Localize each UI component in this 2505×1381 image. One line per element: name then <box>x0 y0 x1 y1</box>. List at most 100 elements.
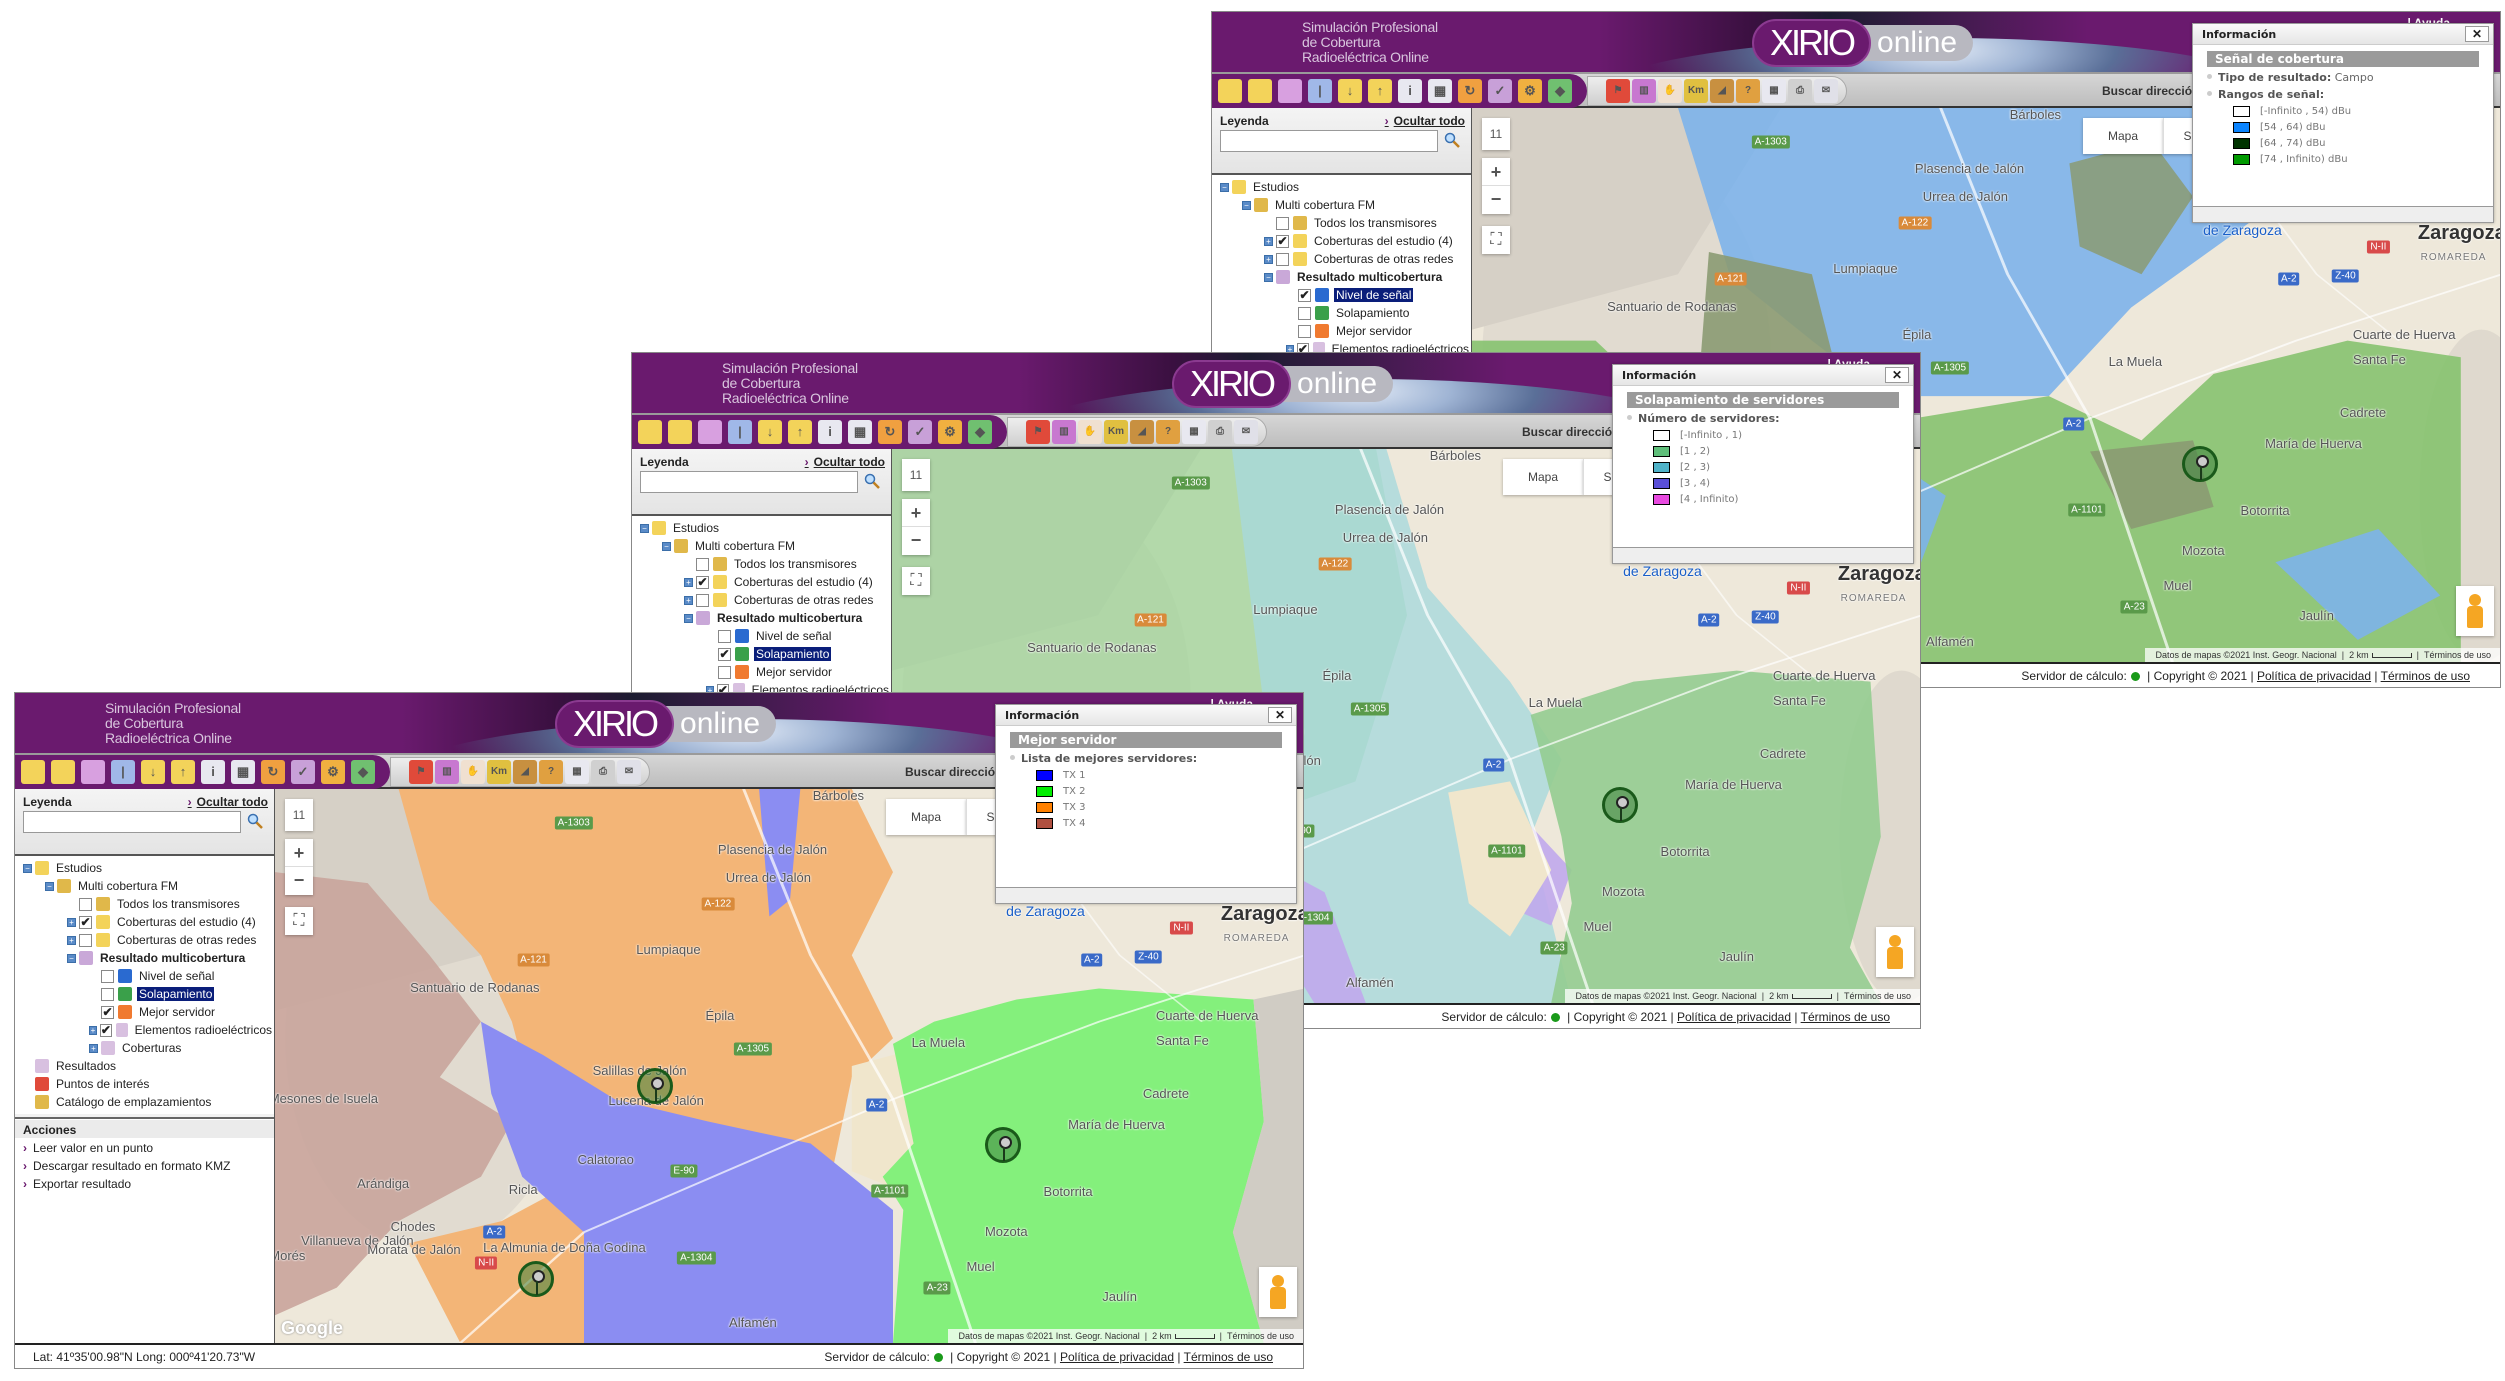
legend-search-input[interactable] <box>23 811 241 833</box>
transmitter-marker-icon[interactable] <box>1602 787 1639 824</box>
privacy-policy-link[interactable]: Política de privacidad <box>2257 669 2371 683</box>
tree-item[interactable]: + Coberturas de otras redes <box>15 931 274 949</box>
tree-item[interactable]: − Multi cobertura FM <box>632 537 891 555</box>
terms-of-use-link[interactable]: Términos de uso <box>1801 1010 1890 1024</box>
layer-checkbox[interactable] <box>79 933 92 947</box>
tree-item[interactable]: − Resultado multicobertura <box>15 949 274 967</box>
layers-icon[interactable]: ▥ <box>1632 79 1656 103</box>
panel-resize-handle[interactable] <box>15 1114 274 1119</box>
layer-checkbox[interactable] <box>696 593 709 607</box>
user-settings-icon[interactable]: ⚙ <box>938 420 962 444</box>
hand-pan-icon[interactable]: ✋ <box>1078 420 1102 444</box>
import-icon[interactable]: ↓ <box>758 420 782 444</box>
hand-pan-icon[interactable]: ✋ <box>461 760 485 784</box>
open-folder-icon[interactable] <box>51 760 75 784</box>
user-map-icon[interactable]: ◆ <box>1548 79 1572 103</box>
tree-item[interactable]: Puntos de interés <box>15 1075 274 1093</box>
user-map-icon[interactable]: ◆ <box>351 760 375 784</box>
legend-search-input[interactable] <box>640 471 858 493</box>
profile-icon[interactable]: ◢ <box>1710 79 1734 103</box>
print-icon[interactable]: ⎙ <box>1788 79 1812 103</box>
measure-distance-km-icon[interactable]: Km <box>1684 79 1708 103</box>
layer-checkbox[interactable] <box>718 665 731 679</box>
library-icon[interactable]: | <box>728 420 752 444</box>
map-terms-link[interactable]: Términos de uso <box>1227 1331 1294 1341</box>
collapse-icon[interactable]: − <box>1264 272 1273 282</box>
tree-item[interactable]: Nivel de señal <box>632 627 891 645</box>
layer-checkbox[interactable] <box>718 629 731 643</box>
expand-icon[interactable]: + <box>684 595 693 605</box>
elevation-query-icon[interactable]: ? <box>1156 420 1180 444</box>
profile-icon[interactable]: ◢ <box>1130 420 1154 444</box>
layer-checkbox[interactable]: ✔ <box>79 915 92 929</box>
tree-item[interactable]: Todos los transmisores <box>1212 214 1471 232</box>
new-study-icon[interactable] <box>638 420 662 444</box>
street-view-pegman-icon[interactable] <box>2456 586 2494 636</box>
terms-of-use-link[interactable]: Términos de uso <box>2381 669 2470 683</box>
layer-checkbox[interactable]: ✔ <box>1276 234 1289 248</box>
zoom-in-button[interactable]: + <box>902 499 930 527</box>
color-legend-icon[interactable]: ▦ <box>1762 79 1786 103</box>
map-type-map-button[interactable]: Mapa <box>2083 118 2163 154</box>
tree-item[interactable]: + Coberturas de otras redes <box>1212 250 1471 268</box>
info-table-icon[interactable]: i <box>1398 79 1422 103</box>
email-icon[interactable]: ✉ <box>1814 79 1838 103</box>
tree-item[interactable]: Mejor servidor <box>632 663 891 681</box>
layers-icon[interactable]: ▥ <box>1052 420 1076 444</box>
print-icon[interactable]: ⎙ <box>1208 420 1232 444</box>
tree-item[interactable]: − Multi cobertura FM <box>15 877 274 895</box>
table-icon[interactable]: ▦ <box>1428 79 1452 103</box>
profile-icon[interactable]: ◢ <box>513 760 537 784</box>
measure-distance-km-icon[interactable]: Km <box>487 760 511 784</box>
email-icon[interactable]: ✉ <box>1234 420 1258 444</box>
tree-item[interactable]: Solapamiento <box>1212 304 1471 322</box>
tree-item[interactable]: − Estudios <box>15 859 274 877</box>
tree-item[interactable]: ✔ Mejor servidor <box>15 1003 274 1021</box>
expand-icon[interactable]: + <box>1264 236 1273 246</box>
transmitter-marker-icon[interactable] <box>517 1261 554 1298</box>
magnifier-icon[interactable] <box>1444 132 1460 148</box>
tree-item[interactable]: Solapamiento <box>15 985 274 1003</box>
action-link[interactable]: › Leer valor en un punto <box>23 1141 230 1159</box>
export-icon[interactable]: ↑ <box>788 420 812 444</box>
library-icon[interactable]: | <box>1308 79 1332 103</box>
points-of-interest-flag-icon[interactable]: ⚑ <box>409 760 433 784</box>
layer-checkbox[interactable]: ✔ <box>101 1005 114 1019</box>
refresh-icon[interactable]: ↻ <box>261 760 285 784</box>
hide-all-link[interactable]: › Ocultar todo <box>805 455 885 469</box>
map-terms-link[interactable]: Términos de uso <box>2424 650 2491 660</box>
dialog-resize-grip[interactable] <box>2193 206 2493 222</box>
measure-distance-km-icon[interactable]: Km <box>1104 420 1128 444</box>
user-check-icon[interactable]: ✓ <box>908 420 932 444</box>
print-icon[interactable]: ⎙ <box>591 760 615 784</box>
tree-item[interactable]: + ✔ Coberturas del estudio (4) <box>1212 232 1471 250</box>
collapse-icon[interactable]: − <box>684 613 693 623</box>
tree-item[interactable]: Todos los transmisores <box>15 895 274 913</box>
terms-of-use-link[interactable]: Términos de uso <box>1184 1350 1273 1364</box>
map-type-map-button[interactable]: Mapa <box>886 799 966 835</box>
refresh-icon[interactable]: ↻ <box>1458 79 1482 103</box>
collapse-icon[interactable]: − <box>662 541 671 551</box>
folder-icon[interactable] <box>81 760 105 784</box>
close-icon[interactable]: ✕ <box>2465 26 2489 42</box>
color-legend-icon[interactable]: ▦ <box>1182 420 1206 444</box>
privacy-policy-link[interactable]: Política de privacidad <box>1677 1010 1791 1024</box>
tree-item[interactable]: − Resultado multicobertura <box>1212 268 1471 286</box>
open-folder-icon[interactable] <box>1248 79 1272 103</box>
tree-item[interactable]: Resultados <box>15 1057 274 1075</box>
color-legend-icon[interactable]: ▦ <box>565 760 589 784</box>
close-icon[interactable]: ✕ <box>1268 707 1292 723</box>
transmitter-marker-icon[interactable] <box>637 1067 674 1104</box>
expand-icon[interactable]: + <box>67 917 76 927</box>
layers-icon[interactable]: ▥ <box>435 760 459 784</box>
map-type-map-button[interactable]: Mapa <box>1503 459 1583 495</box>
table-icon[interactable]: ▦ <box>231 760 255 784</box>
table-icon[interactable]: ▦ <box>848 420 872 444</box>
tree-item[interactable]: − Multi cobertura FM <box>1212 196 1471 214</box>
collapse-icon[interactable]: − <box>1220 182 1229 192</box>
import-icon[interactable]: ↓ <box>1338 79 1362 103</box>
expand-icon[interactable]: + <box>1264 254 1273 264</box>
new-study-icon[interactable] <box>21 760 45 784</box>
fullscreen-icon[interactable]: ⛶ <box>1482 226 1510 254</box>
elevation-query-icon[interactable]: ? <box>1736 79 1760 103</box>
